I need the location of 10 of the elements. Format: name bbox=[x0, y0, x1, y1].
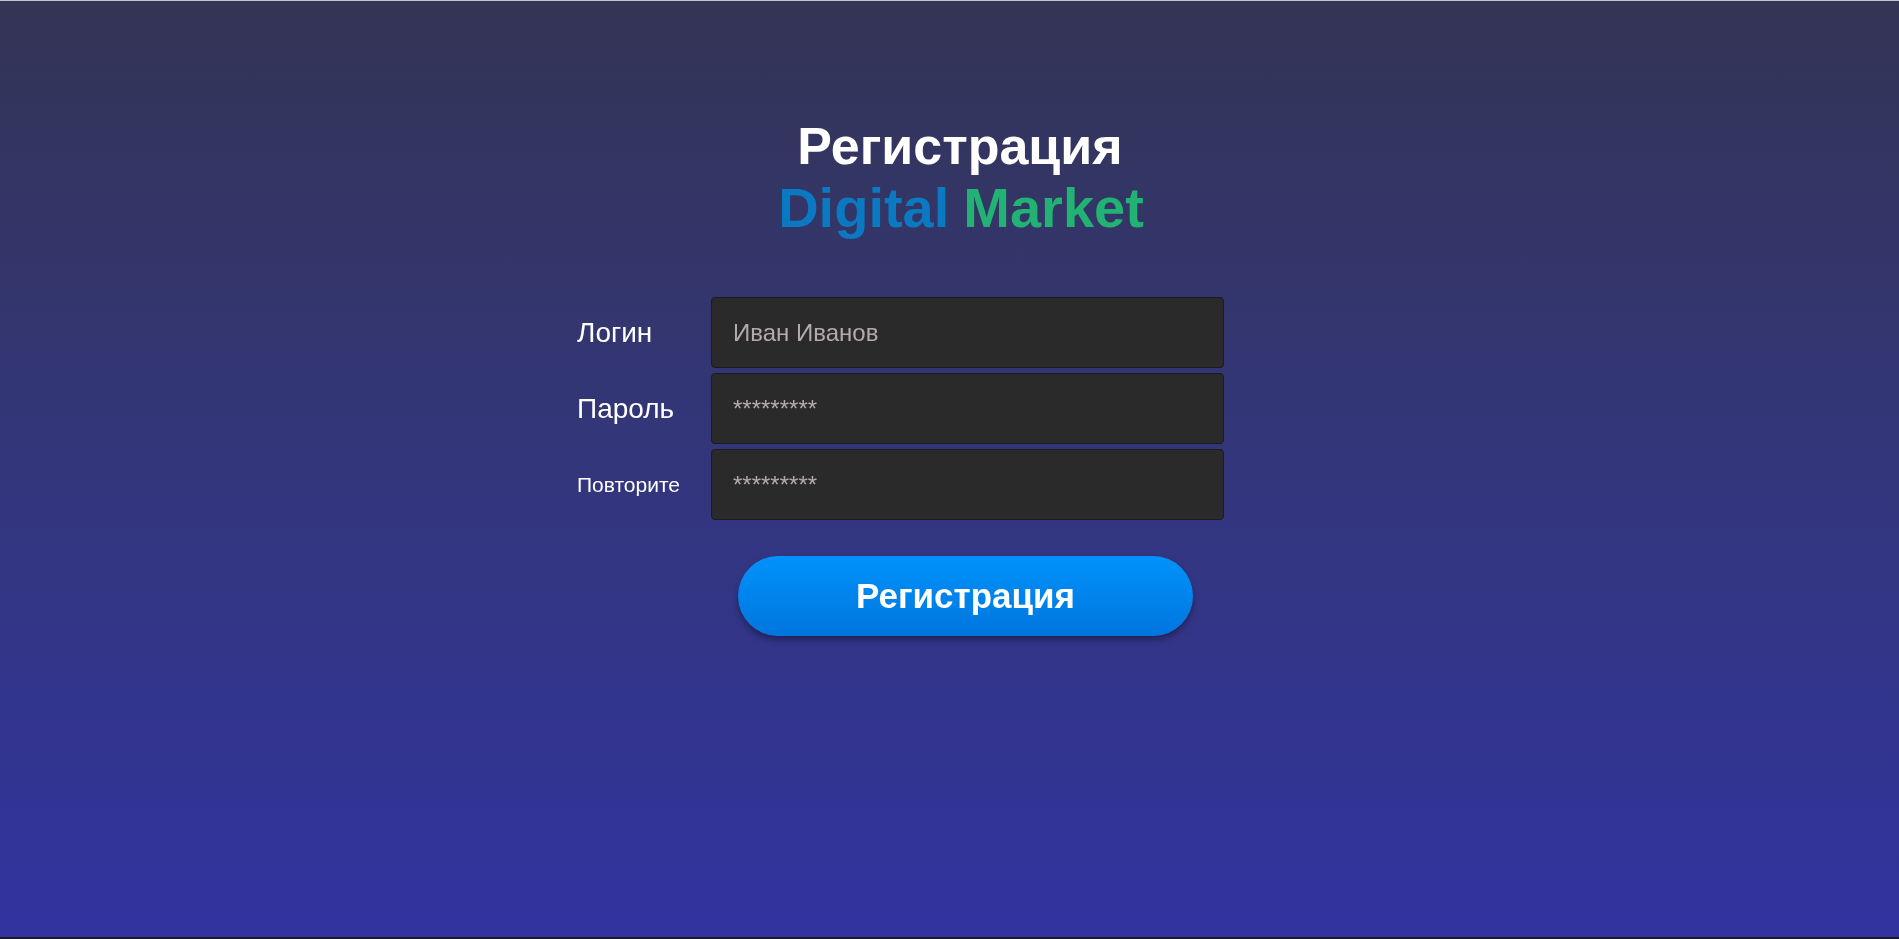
password-label: Пароль bbox=[577, 391, 676, 426]
page-title: Регистрация bbox=[797, 116, 1123, 176]
logo-second-word: Market bbox=[963, 176, 1144, 240]
password-field[interactable]: ********* bbox=[711, 373, 1224, 444]
repeat-password-field[interactable]: ********* bbox=[711, 449, 1224, 520]
logo-first-word: Digital bbox=[778, 176, 950, 240]
repeat-password-label: Повторите bbox=[577, 471, 681, 498]
login-field[interactable]: Иван Иванов bbox=[711, 297, 1224, 368]
register-button[interactable]: Регистрация bbox=[738, 556, 1193, 636]
login-label: Логин bbox=[577, 315, 654, 350]
